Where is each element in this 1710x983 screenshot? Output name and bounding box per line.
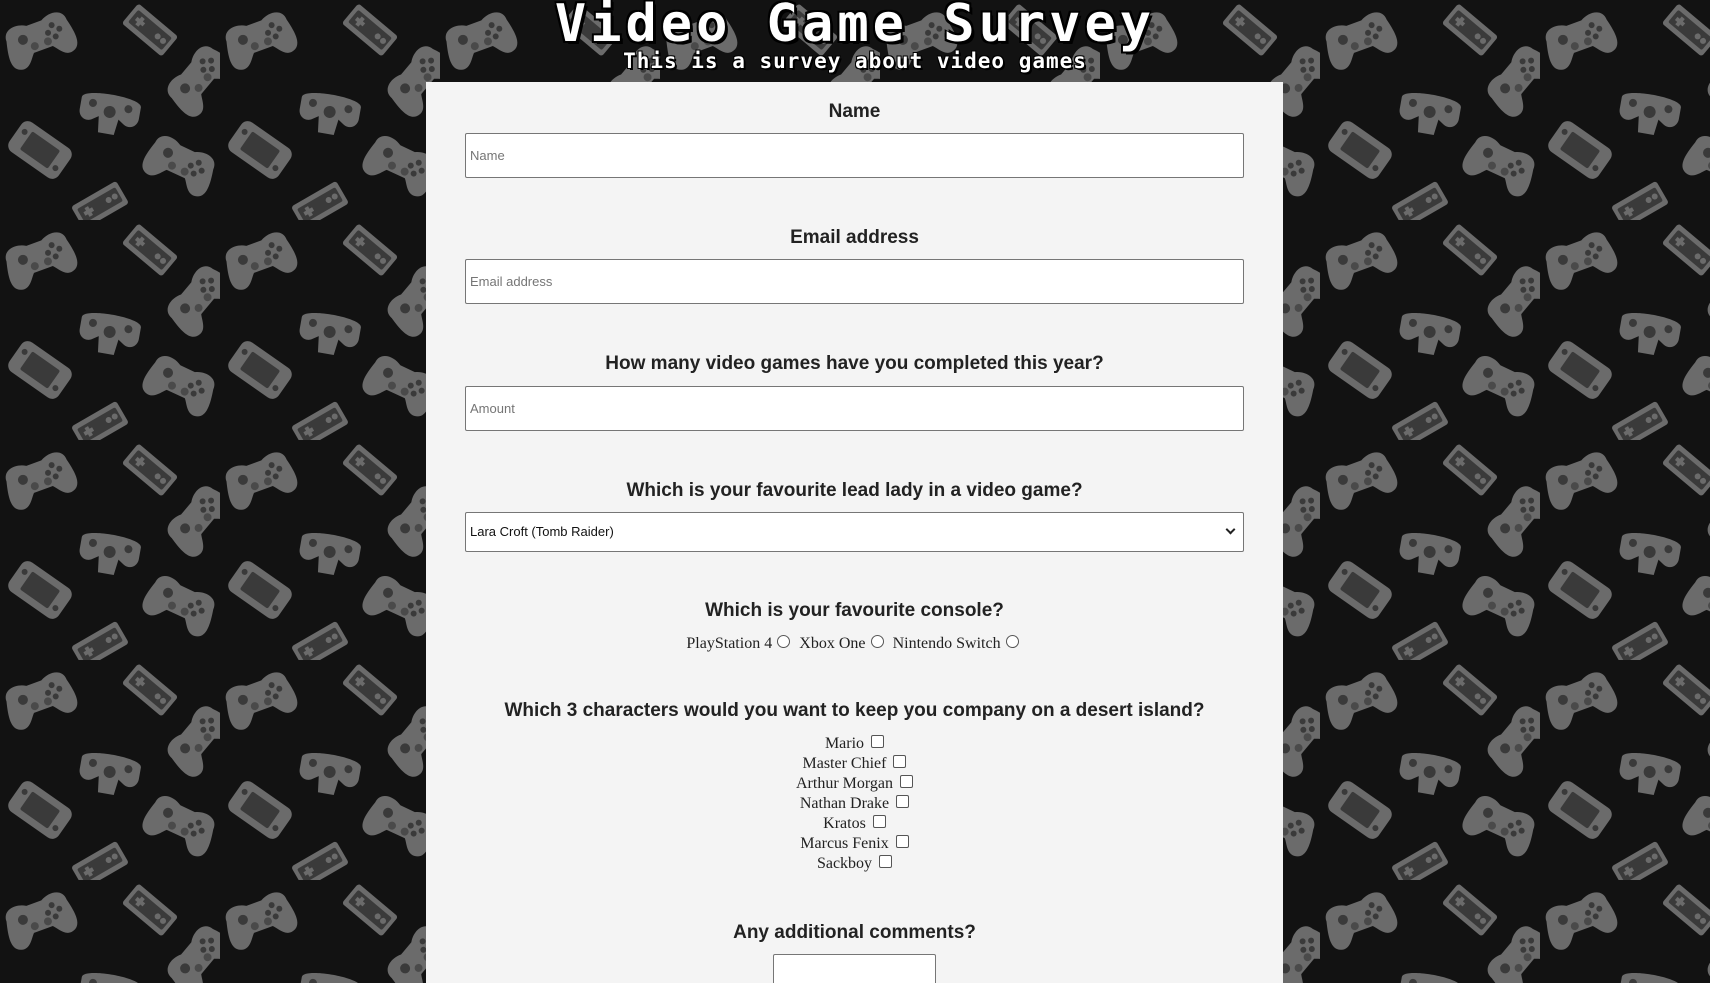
characters-label: Which 3 characters would you want to kee… <box>504 700 1205 721</box>
character-checkbox-arthur-morgan[interactable] <box>900 775 914 788</box>
chevron-down-icon <box>1225 524 1236 535</box>
characters-checkbox-group: Mario Master Chief Arthur Morgan Nathan … <box>426 733 1283 873</box>
list-item: Nathan Drake <box>426 793 1283 813</box>
character-checkbox-sackboy[interactable] <box>879 855 893 868</box>
name-label: Name <box>828 101 881 122</box>
character-option-label: Kratos <box>823 815 866 832</box>
console-label: Which is your favourite console? <box>705 600 1004 621</box>
list-item: Kratos <box>426 813 1283 833</box>
name-input[interactable] <box>465 133 1244 178</box>
comments-label: Any additional comments? <box>733 922 976 943</box>
console-radio-group: PlayStation 4 Xbox One Nintendo Switch <box>426 633 1283 653</box>
character-option-label: Nathan Drake <box>799 795 890 812</box>
comments-textarea[interactable] <box>773 954 936 983</box>
character-option-label: Arthur Morgan <box>795 775 894 792</box>
character-checkbox-master-chief[interactable] <box>893 755 907 768</box>
character-option-label: Master Chief <box>802 755 887 772</box>
page-header: Video Game Survey This is a survey about… <box>0 0 1710 72</box>
email-input[interactable] <box>465 259 1244 304</box>
character-checkbox-marcus-fenix[interactable] <box>895 835 909 848</box>
character-checkbox-kratos[interactable] <box>872 815 886 828</box>
lead-lady-label: Which is your favourite lead lady in a v… <box>626 480 1083 501</box>
character-checkbox-nathan-drake[interactable] <box>896 795 910 808</box>
console-option-label: Xbox One <box>799 635 866 652</box>
page-subtitle: This is a survey about video games <box>623 49 1087 73</box>
games-completed-input[interactable] <box>465 386 1244 431</box>
list-item: Arthur Morgan <box>426 773 1283 793</box>
console-option-label: Nintendo Switch <box>892 635 1001 652</box>
character-option-label: Sackboy <box>816 855 873 872</box>
page-title: Video Game Survey <box>554 0 1156 54</box>
list-item: Marcus Fenix <box>426 833 1283 853</box>
lead-lady-selected-value: Lara Croft (Tomb Raider) <box>470 524 614 539</box>
list-item: Master Chief <box>426 753 1283 773</box>
games-completed-label: How many video games have you completed … <box>605 353 1104 374</box>
lead-lady-select[interactable]: Lara Croft (Tomb Raider) <box>465 512 1244 552</box>
console-radio-xbox[interactable] <box>870 635 884 648</box>
console-radio-playstation[interactable] <box>777 635 791 648</box>
list-item: Sackboy <box>426 853 1283 873</box>
console-radio-switch[interactable] <box>1005 635 1019 648</box>
survey-form: Name Email address How many video games … <box>426 82 1283 983</box>
character-option-label: Marcus Fenix <box>800 835 889 852</box>
character-option-label: Mario <box>824 735 865 752</box>
console-option-label: PlayStation 4 <box>686 635 773 652</box>
character-checkbox-mario[interactable] <box>871 735 885 748</box>
list-item: Mario <box>426 733 1283 753</box>
email-label: Email address <box>790 227 919 248</box>
